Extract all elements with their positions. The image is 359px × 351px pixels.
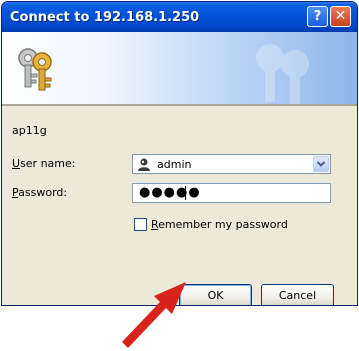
chevron-down-icon	[316, 161, 326, 167]
help-button[interactable]: ?	[307, 6, 328, 27]
username-mnemonic: U	[12, 157, 21, 170]
realm-text: ap11g	[12, 124, 47, 137]
banner-separator	[2, 104, 357, 106]
username-dropdown-button[interactable]	[313, 156, 329, 172]
username-combobox[interactable]: admin	[132, 154, 331, 174]
remember-password-checkbox[interactable]	[134, 218, 147, 231]
login-dialog: Connect to 192.168.1.250 ? ✕ ap11g User …	[1, 1, 358, 306]
keys-icon	[18, 48, 52, 91]
password-label: Password:	[12, 186, 67, 199]
keys-watermark-icon	[256, 44, 309, 104]
cancel-button[interactable]: Cancel	[261, 284, 334, 305]
remember-password-label[interactable]: Remember my password	[151, 218, 288, 231]
username-label: User name:	[12, 157, 75, 170]
password-value: ●●●●●	[139, 185, 201, 200]
password-input[interactable]: ●●●●●	[132, 183, 331, 203]
remember-label-text: emember my password	[158, 218, 288, 231]
close-button[interactable]: ✕	[330, 6, 351, 27]
title-bar[interactable]: Connect to 192.168.1.250 ? ✕	[2, 2, 357, 32]
user-icon	[138, 158, 150, 171]
window-title: Connect to 192.168.1.250	[10, 10, 200, 25]
username-label-text: ser name:	[20, 157, 76, 170]
username-value: admin	[157, 158, 192, 171]
password-label-text: assword:	[18, 186, 68, 199]
text-caret	[185, 186, 186, 200]
red-arrow-icon	[122, 282, 186, 348]
